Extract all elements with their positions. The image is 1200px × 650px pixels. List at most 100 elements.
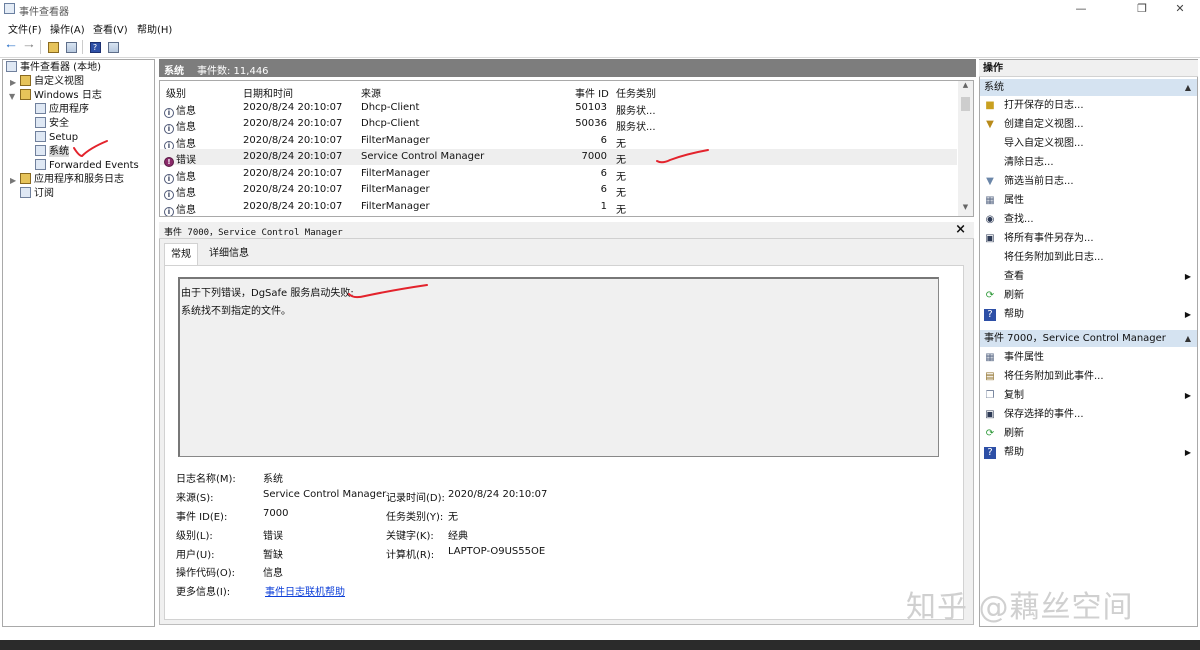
help-icon: ? [984,447,996,459]
action-help-event[interactable]: ? 帮助 ▶ [980,444,1197,462]
event-properties-icon: ▦ [985,352,995,363]
folder-icon [20,173,31,184]
collapse-up-icon[interactable]: ▲ [1185,330,1191,347]
help-icon[interactable]: ? [87,39,103,55]
folder-up-icon[interactable] [45,39,61,55]
zhihu-watermark: 知乎 @藕丝空间 [906,590,1134,625]
menu-help[interactable]: 帮助(H) [137,21,172,36]
menu-view[interactable]: 查看(V) [93,21,128,36]
tree-item-security[interactable]: 安全 [35,117,69,131]
table-row[interactable]: i 信息 2020/8/24 20:10:07 FilterManager 6 无 [160,133,957,151]
action-open-saved-log[interactable]: ■ 打开保存的日志... [980,97,1197,115]
binoculars-icon: ◉ [985,214,995,225]
column-header-datetime[interactable]: 日期和时间 [243,85,293,100]
action-find[interactable]: ◉ 查找... [980,211,1197,229]
action-save-selected-events[interactable]: ▣ 保存选择的事件... [980,406,1197,424]
menu-file[interactable]: 文件(F) [8,21,42,36]
tree-item-application[interactable]: 应用程序 [35,103,89,117]
log-icon [35,103,46,114]
actions-title: 操作 [979,60,1198,77]
field-value-source: Service Control Manager [263,489,387,500]
action-copy[interactable]: ❐ 复制 ▶ [980,387,1197,405]
log-icon [35,131,46,142]
minimize-button[interactable]: — [1058,0,1104,18]
actions-group-system[interactable]: 系统 ▲ [980,79,1197,96]
action-clear-log[interactable]: 清除日志... [980,154,1197,172]
table-row[interactable]: i 信息 2020/8/24 20:10:07 FilterManager 1 无 [160,199,957,216]
field-label-logged: 记录时间(D): [386,493,445,504]
tree-item-windows-logs[interactable]: Windows 日志 [20,89,102,103]
action-save-all-events[interactable]: ▣ 将所有事件另存为... [980,230,1197,248]
action-create-custom-view[interactable]: ▼ 创建自定义视图... [980,116,1197,134]
back-arrow-icon[interactable]: 🠀 [3,39,19,55]
scroll-down-arrow-icon[interactable]: ▼ [958,203,973,215]
tree-item-setup[interactable]: Setup [35,131,78,145]
action-view[interactable]: 查看 ▶ [980,268,1197,286]
column-header-level[interactable]: 级别 [166,85,186,100]
action-import-custom-view[interactable]: 导入自定义视图... [980,135,1197,153]
field-value-opcode: 信息 [263,568,283,579]
column-header-task-category[interactable]: 任务类别 [616,85,656,100]
tree-item-system[interactable]: 系统 [35,145,69,159]
log-header: 系统 事件数: 11,446 [159,59,976,77]
collapse-up-icon[interactable]: ▲ [1185,79,1191,96]
action-attach-task-to-event[interactable]: ▤ 将任务附加到此事件... [980,368,1197,386]
tree-item-apps-services-logs[interactable]: 应用程序和服务日志 [20,173,124,187]
event-count: 事件数: 11,446 [197,66,269,77]
show-hide-tree-icon[interactable] [63,39,79,55]
event-message-line: 由于下列错误，DgSafe 服务启动失败: [181,288,354,299]
field-value-event-id: 7000 [263,508,289,519]
action-refresh-event[interactable]: ⟳ 刷新 [980,425,1197,443]
show-hide-action-pane-icon[interactable] [105,39,121,55]
field-value-user: 暂缺 [263,550,283,561]
field-label-level: 级别(L): [176,531,213,542]
event-message-box[interactable]: 由于下列错误，DgSafe 服务启动失败: 系统找不到指定的文件。 [178,277,939,457]
table-row[interactable]: i 信息 2020/8/24 20:10:07 FilterManager 6 无 [160,182,957,200]
action-filter-current-log[interactable]: ▼ 筛选当前日志... [980,173,1197,191]
close-detail-icon[interactable]: × [955,222,966,237]
action-refresh[interactable]: ⟳ 刷新 [980,287,1197,305]
menu-action[interactable]: 操作(A) [50,21,85,36]
table-row-selected[interactable]: ! 错误 2020/8/24 20:10:07 Service Control M… [160,149,957,167]
submenu-arrow-icon: ▶ [1184,272,1191,281]
column-header-event-id[interactable]: 事件 ID [575,85,609,100]
expand-arrow-icon[interactable]: ▶ [10,78,16,87]
log-icon [35,145,46,156]
table-row[interactable]: i 信息 2020/8/24 20:10:07 Dhcp-Client 50103… [160,100,957,118]
event-list-scrollbar[interactable]: ▲ ▼ [958,81,973,216]
tree-item-subscriptions[interactable]: 订阅 [20,187,54,201]
close-window-button[interactable]: ✕ [1157,0,1200,18]
table-row[interactable]: i 信息 2020/8/24 20:10:07 FilterManager 6 无 [160,166,957,184]
table-row[interactable]: i 信息 2020/8/24 20:10:07 Dhcp-Client 50036… [160,116,957,134]
field-value-task-category: 无 [448,512,458,523]
window-title: 事件查看器 [19,7,69,18]
expand-arrow-icon[interactable]: ▶ [10,176,16,185]
task-icon: ▤ [985,371,995,382]
tab-general[interactable]: 常规 [164,243,198,265]
folder-icon [20,89,31,100]
scrollbar-thumb[interactable] [961,97,970,111]
event-list[interactable]: 级别 日期和时间 来源 事件 ID 任务类别 i 信息 2020/8/24 20:… [159,80,974,217]
info-icon: i [164,207,174,216]
toolbar-divider [82,40,83,54]
submenu-arrow-icon: ▶ [1184,448,1191,457]
actions-group-event[interactable]: 事件 7000，Service Control Manager ▲ [980,330,1197,347]
refresh-icon: ⟳ [985,290,995,301]
action-event-properties[interactable]: ▦ 事件属性 [980,349,1197,367]
forward-arrow-icon[interactable]: 🠂 [21,39,37,55]
collapse-arrow-icon[interactable]: ▼ [9,92,15,101]
field-label-source: 来源(S): [176,493,214,504]
tree-item-root[interactable]: 事件查看器 (本地) [6,61,101,75]
tab-details[interactable]: 详细信息 [203,243,255,265]
action-attach-task-to-log[interactable]: 将任务附加到此日志... [980,249,1197,267]
column-header-source[interactable]: 来源 [361,85,381,100]
field-value-log-name: 系统 [263,474,283,485]
scroll-up-arrow-icon[interactable]: ▲ [958,81,973,93]
action-help[interactable]: ? 帮助 ▶ [980,306,1197,324]
tree-item-forwarded-events[interactable]: Forwarded Events [35,159,139,173]
online-help-link[interactable]: 事件日志联机帮助 [265,583,345,598]
action-properties[interactable]: ▦ 属性 [980,192,1197,210]
toolbar: 🠀 🠂 ? [0,36,1200,58]
log-title: 系统 [164,66,184,77]
tree-item-custom-views[interactable]: 自定义视图 [20,75,84,89]
